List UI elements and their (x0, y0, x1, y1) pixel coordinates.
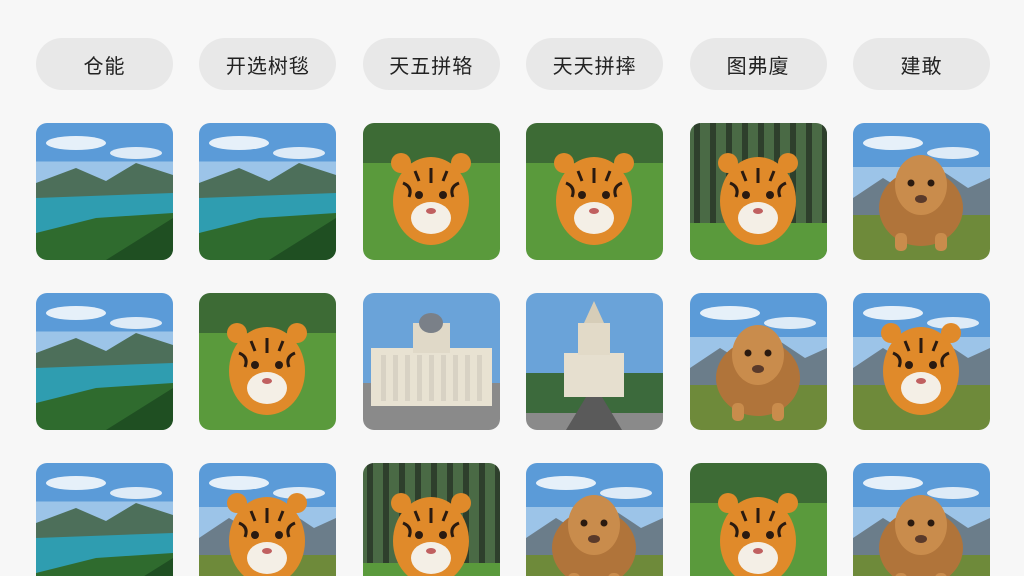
thumbnail-image (526, 293, 664, 430)
filter-chip-4[interactable]: 天天拼摔 (526, 38, 664, 90)
filter-chip-2[interactable]: 开选树毯 (199, 38, 337, 90)
thumbnail-image (362, 293, 500, 430)
thumbnail-image (689, 463, 827, 576)
thumbnail-image (199, 463, 337, 576)
thumbnail-image (852, 123, 990, 260)
thumbnail-image (36, 123, 173, 260)
thumbnail-image (199, 293, 337, 430)
filter-chip-3[interactable]: 天五拼辂 (362, 38, 500, 90)
thumbnail-image (36, 463, 173, 576)
image-grid (36, 123, 990, 576)
gallery-thumbnail-tower-building[interactable] (526, 293, 664, 430)
thumbnail-image (852, 463, 990, 576)
gallery-thumbnail-tiger[interactable] (852, 293, 990, 430)
filter-chip-5[interactable]: 图弗廈 (689, 38, 827, 90)
gallery-thumbnail-tiger[interactable] (199, 293, 337, 430)
gallery-thumbnail-tiger[interactable] (362, 123, 500, 260)
gallery-thumbnail-lake-landscape[interactable] (36, 123, 173, 260)
thumbnail-image (689, 123, 827, 260)
gallery-thumbnail-tiger[interactable] (689, 123, 827, 260)
gallery-thumbnail-lake-landscape[interactable] (36, 293, 173, 430)
thumbnail-image (362, 463, 500, 576)
gallery-thumbnail-lion[interactable] (852, 463, 990, 576)
gallery-thumbnail-tiger[interactable] (689, 463, 827, 576)
gallery-thumbnail-lion[interactable] (689, 293, 827, 430)
gallery-thumbnail-tiger[interactable] (526, 123, 664, 260)
filter-chip-1[interactable]: 仓能 (36, 38, 173, 90)
thumbnail-image (689, 293, 827, 430)
thumbnail-image (526, 123, 664, 260)
image-gallery-page: 仓能 开选树毯 天五拼辂 天天拼摔 图弗廈 建敢 (0, 0, 1024, 576)
thumbnail-image (36, 293, 173, 430)
category-filter-bar: 仓能 开选树毯 天五拼辂 天天拼摔 图弗廈 建敢 (36, 38, 990, 90)
thumbnail-image (199, 123, 337, 260)
thumbnail-image (526, 463, 664, 576)
gallery-thumbnail-lake-landscape[interactable] (36, 463, 173, 576)
gallery-thumbnail-tiger[interactable] (362, 463, 500, 576)
gallery-thumbnail-tiger[interactable] (199, 463, 337, 576)
gallery-thumbnail-lake-landscape[interactable] (199, 123, 337, 260)
thumbnail-image (362, 123, 500, 260)
gallery-thumbnail-palace-building[interactable] (362, 293, 500, 430)
gallery-thumbnail-lion[interactable] (526, 463, 664, 576)
gallery-thumbnail-lion[interactable] (852, 123, 990, 260)
filter-chip-6[interactable]: 建敢 (852, 38, 990, 90)
thumbnail-image (852, 293, 990, 430)
